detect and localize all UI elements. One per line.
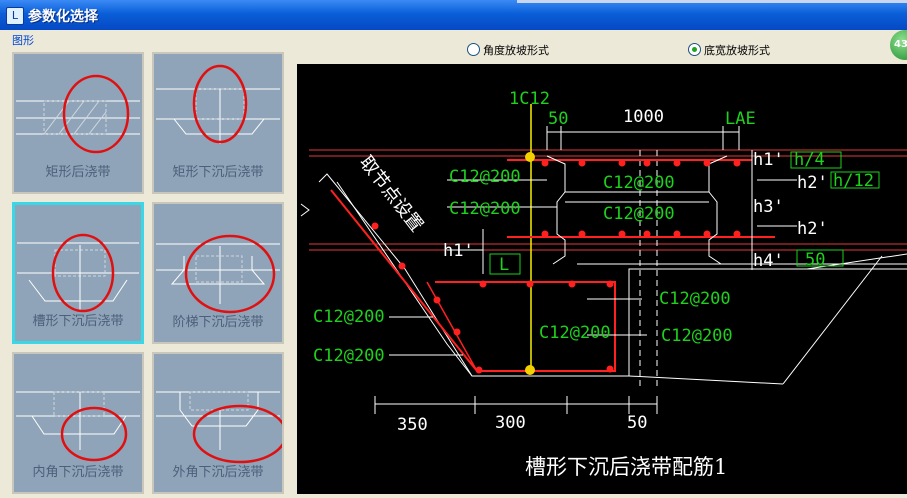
label-v50: 50 <box>805 250 825 270</box>
radio-width-label: 底宽放坡形式 <box>704 44 770 57</box>
thumb-rect[interactable]: 矩形后浇带 <box>12 52 144 194</box>
radio-width-slope[interactable]: 底宽放坡形式 <box>688 42 770 58</box>
thumb-trough-sunken[interactable]: 槽形下沉后浇带 <box>12 202 144 344</box>
thumb-rect-sunken[interactable]: 矩形下沉后浇带 <box>152 52 284 194</box>
cad-canvas: 1C12 50 LAE h/4 h/12 50 L C12@200 C12@20… <box>297 64 907 494</box>
label-h12frac: h/12 <box>833 171 874 191</box>
label-d50-bot: 50 <box>627 413 647 433</box>
drawing-title: 槽形下沉后浇带配筋1 <box>525 455 727 479</box>
radio-angle-dot[interactable] <box>467 43 480 56</box>
radio-angle-label: 角度放坡形式 <box>483 44 549 57</box>
label-d350: 350 <box>397 415 428 435</box>
label-c12-2: C12@200 <box>603 173 675 193</box>
label-h1p: h1' <box>753 150 784 170</box>
label-c12-7: C12@200 <box>539 323 611 343</box>
thumb-caption: 槽形下沉后浇带 <box>32 314 124 329</box>
label-lae: LAE <box>725 109 756 129</box>
label-h4p: h4' <box>753 251 784 271</box>
thumb-caption: 内角下沉后浇带 <box>32 465 124 480</box>
label-h2p-b: h2' <box>797 219 828 239</box>
radio-width-dot[interactable] <box>688 43 701 56</box>
label-d1000: 1000 <box>623 107 664 127</box>
label-d50-top: 50 <box>548 109 568 129</box>
label-c12-5: C12@200 <box>659 289 731 309</box>
label-l: L <box>499 255 509 275</box>
thumb-caption: 阶梯下沉后浇带 <box>172 315 264 330</box>
thumb-inner-corner-sunken[interactable]: 内角下沉后浇带 <box>12 352 144 494</box>
label-node-text: 取节点设置 <box>355 152 427 236</box>
thumb-step-sunken[interactable]: 阶梯下沉后浇带 <box>152 202 284 344</box>
thumb-caption: 矩形后浇带 <box>45 165 111 180</box>
label-c12-9: C12@200 <box>313 346 385 366</box>
label-c12-4: C12@200 <box>603 204 675 224</box>
label-c12-8: C12@200 <box>661 326 733 346</box>
label-h3p: h3' <box>753 197 784 217</box>
thumb-caption: 外角下沉后浇带 <box>172 465 264 480</box>
title-top-strip <box>517 0 907 3</box>
radio-angle-slope[interactable]: 角度放坡形式 <box>467 42 549 58</box>
label-c12-3: C12@200 <box>449 199 521 219</box>
label-c12-1: C12@200 <box>449 167 521 187</box>
label-h2p: h2' <box>797 173 828 193</box>
thumb-caption: 矩形下沉后浇带 <box>172 165 264 180</box>
label-d300: 300 <box>495 413 526 433</box>
label-h4frac: h/4 <box>794 150 825 170</box>
window-title: 参数化选择 <box>28 9 98 25</box>
shape-groupbox: 图形 矩形后浇带 矩形下沉后浇带 槽形下沉后浇带 阶梯下沉后浇带 内角下沉后浇带… <box>0 30 295 494</box>
label-c12-6: C12@200 <box>313 307 385 327</box>
label-1c12: 1C12 <box>509 89 550 109</box>
app-icon: L <box>6 7 24 25</box>
group-label: 图形 <box>12 34 34 47</box>
window-titlebar: L 参数化选择 <box>0 0 907 30</box>
cad-drawing: 1C12 50 LAE h/4 h/12 50 L C12@200 C12@20… <box>300 89 907 479</box>
label-h1p-left: h1' <box>443 241 474 261</box>
thumb-outer-corner-sunken[interactable]: 外角下沉后浇带 <box>152 352 284 494</box>
